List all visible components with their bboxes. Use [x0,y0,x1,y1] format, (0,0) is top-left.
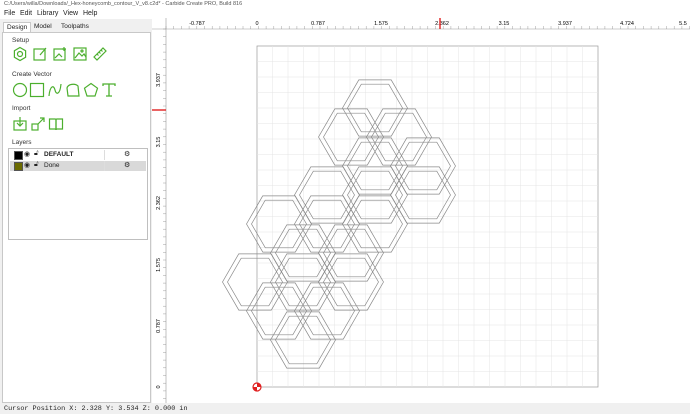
layers-heading: Layers [12,139,32,146]
ruler-label: 3.937 [156,73,162,87]
image-icon[interactable] [72,46,88,62]
mode-tabs: Design Model Toolpaths [0,21,150,33]
library-book-icon[interactable] [48,116,64,132]
ruler-label: 2.362 [435,21,449,27]
lock-icon[interactable]: 🔓︎ [34,161,39,169]
import-file-icon[interactable] [12,116,28,132]
ruler-label: 3.937 [558,21,572,27]
tab-model[interactable]: Model [31,22,55,32]
layer-divider [104,161,105,171]
import-heading: Import [12,105,31,112]
layer-row-default[interactable]: ◉ 🔓︎ DEFAULT ⚙ [10,150,146,160]
origin-marker [252,382,262,392]
menu-file[interactable]: File [4,10,15,17]
ruler-icon[interactable] [92,46,108,62]
layer-color-swatch[interactable] [14,162,23,171]
ruler-label: 4.724 [620,21,634,27]
ruler-label: 0.787 [311,21,325,27]
ruler-label: 2.362 [156,196,162,210]
layer-name: DEFAULT [44,151,74,158]
ruler-label: 1.575 [374,21,388,27]
status-bar: Cursor Position X: 2.328 Y: 3.534 Z: 0.0… [0,403,690,414]
add-image-icon[interactable] [52,46,68,62]
menu-help[interactable]: Help [83,10,97,17]
edit-document-icon[interactable] [32,46,48,62]
ruler-label: 3.15 [156,137,162,148]
menu-view[interactable]: View [63,10,78,17]
layer-row-done[interactable]: ◉ 🔓︎ Done ⚙ [10,161,146,171]
layer-name: Done [44,162,60,169]
gear-icon[interactable]: ⚙ [124,161,130,169]
curve-icon[interactable] [47,82,63,98]
eye-icon[interactable]: ◉ [24,150,30,158]
top-ruler [152,18,690,29]
window-title: C:/Users/willa/Downloads/_Hex-honeycomb_… [4,1,243,7]
layers-list: ◉ 🔓︎ DEFAULT ⚙ ◉ 🔓︎ Done ⚙ [8,148,148,240]
design-panel: Setup Create Vector Import Layers ◉ 🔓︎ D… [2,32,151,403]
pentagon-icon[interactable] [83,82,99,98]
ruler-label: 0 [156,385,162,388]
eye-icon[interactable]: ◉ [24,161,30,169]
title-bar: C:/Users/willa/Downloads/_Hex-honeycomb_… [0,0,690,9]
import-vector-icon[interactable] [30,116,46,132]
layer-divider [104,150,105,160]
polygon-shape-icon[interactable] [65,82,81,98]
setup-heading: Setup [12,37,29,44]
ruler-label: 0.787 [156,319,162,333]
design-canvas[interactable]: -0.787 0 0.787 1.575 2.362 3.15 3.937 4.… [152,18,690,404]
canvas-svg[interactable]: -0.787 0 0.787 1.575 2.362 3.15 3.937 4.… [152,18,690,404]
text-tool-icon[interactable] [101,82,117,98]
menu-library[interactable]: Library [37,10,58,17]
circle-icon[interactable] [12,82,28,98]
ruler-label: -0.787 [189,21,205,27]
rectangle-icon[interactable] [29,82,45,98]
ruler-label: 0 [255,21,258,27]
lock-icon[interactable]: 🔓︎ [34,150,39,158]
ruler-label: 5.5 [679,21,687,27]
menu-edit[interactable]: Edit [20,10,32,17]
gear-icon[interactable]: ⚙ [124,150,130,158]
gear-hex-icon[interactable] [12,46,28,62]
ruler-label: 3.15 [499,21,510,27]
ruler-label: 1.575 [156,258,162,272]
layer-color-swatch[interactable] [14,151,23,160]
cursor-position: Cursor Position X: 2.328 Y: 3.534 Z: 0.0… [4,405,188,413]
tab-toolpaths[interactable]: Toolpaths [58,22,92,32]
create-vector-heading: Create Vector [12,71,52,78]
